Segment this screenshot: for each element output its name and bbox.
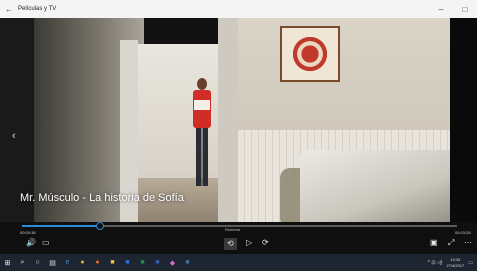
taskbar-button[interactable]: ○ bbox=[30, 254, 45, 271]
minimize-button[interactable]: – bbox=[429, 5, 453, 14]
play-icon[interactable]: ▷ bbox=[246, 238, 252, 248]
taskbar-button[interactable]: ⌕ bbox=[15, 254, 30, 271]
time-elapsed: 00:00:36 bbox=[20, 230, 36, 235]
window-title: Películas y TV bbox=[18, 6, 57, 12]
clock[interactable]: 10:35 27/4/2017 bbox=[446, 257, 464, 269]
clock-date: 27/4/2017 bbox=[446, 262, 465, 268]
taskbar-button[interactable]: ■ bbox=[120, 254, 135, 271]
previous-arrow-icon[interactable]: ‹ bbox=[12, 130, 16, 142]
taskbar: ⊞ ⌕ ○ ▤ e ● ● ■ ■ ■ ■ ◆ ■ ^ ⊡ ◁) 10:35 27/4/2017 ▭ bbox=[0, 254, 477, 271]
taskbar-button[interactable]: ■ bbox=[105, 254, 120, 271]
mini-view-icon[interactable]: ▣ bbox=[430, 238, 438, 248]
taskbar-button[interactable]: ▤ bbox=[45, 254, 60, 271]
windows-start-icon: ⊞ bbox=[4, 259, 11, 267]
taskbar-button[interactable]: ■ bbox=[150, 254, 165, 271]
chrome-icon: ● bbox=[80, 259, 85, 266]
taskbar-button[interactable]: ● bbox=[75, 254, 90, 271]
taskbar-button[interactable]: ◆ bbox=[165, 254, 180, 271]
fullscreen-icon[interactable]: ⤢ bbox=[448, 238, 454, 248]
tray-icons[interactable]: ^ ⊡ ◁) bbox=[428, 260, 443, 266]
clock-time: 10:35 bbox=[450, 256, 461, 262]
video-title: Mr. Músculo - La historia de Sofía bbox=[20, 192, 184, 204]
maximize-button[interactable]: □ bbox=[453, 5, 477, 14]
cast-icon[interactable]: ▭ bbox=[42, 238, 50, 248]
girl-figure bbox=[190, 78, 214, 188]
edge-icon: e bbox=[65, 259, 70, 266]
video-surface[interactable]: ‹ Mr. Músculo - La historia de Sofía bbox=[0, 18, 477, 228]
file-explorer-icon: ■ bbox=[110, 259, 115, 266]
more-options-icon[interactable]: ⋯ bbox=[464, 238, 472, 248]
taskbar-button[interactable]: ⊞ bbox=[0, 254, 15, 271]
taskbar-button[interactable]: e bbox=[60, 254, 75, 271]
word-icon: ■ bbox=[155, 259, 160, 266]
cortana-icon: ○ bbox=[35, 259, 40, 266]
movies-tv-icon: ■ bbox=[185, 259, 190, 266]
taskbar-button[interactable]: ● bbox=[90, 254, 105, 271]
player-controls: 00:00:36 00:03:26 Reiniciar 🔊 ▭ ⟲ ▷ ⟳ ▣ … bbox=[0, 222, 477, 254]
system-tray: ^ ⊡ ◁) 10:35 27/4/2017 ▭ bbox=[428, 254, 473, 271]
seek-bar-progress bbox=[22, 225, 101, 227]
paint-icon: ◆ bbox=[169, 259, 176, 267]
repeat-icon[interactable]: ⟲ bbox=[224, 238, 237, 250]
time-total: 00:03:26 bbox=[455, 230, 471, 235]
skip-forward-icon[interactable]: ⟳ bbox=[262, 238, 269, 248]
excel-icon: ■ bbox=[140, 259, 145, 266]
search-icon: ⌕ bbox=[20, 258, 25, 266]
taskbar-button[interactable]: ■ bbox=[135, 254, 150, 271]
wall-poster bbox=[280, 26, 340, 82]
repeat-tooltip: Reiniciar bbox=[225, 227, 241, 232]
bed bbox=[300, 150, 450, 228]
firefox-icon: ● bbox=[95, 259, 100, 266]
taskbar-button[interactable]: ■ bbox=[180, 254, 195, 271]
store-icon: ■ bbox=[125, 259, 130, 266]
back-button[interactable]: ← bbox=[0, 5, 18, 14]
seek-thumb[interactable] bbox=[96, 222, 105, 230]
notifications-icon[interactable]: ▭ bbox=[468, 260, 473, 266]
task-view-icon: ▤ bbox=[49, 259, 56, 267]
title-bar: ← Películas y TV – □ bbox=[0, 0, 477, 18]
volume-icon[interactable]: 🔊 bbox=[26, 238, 36, 248]
